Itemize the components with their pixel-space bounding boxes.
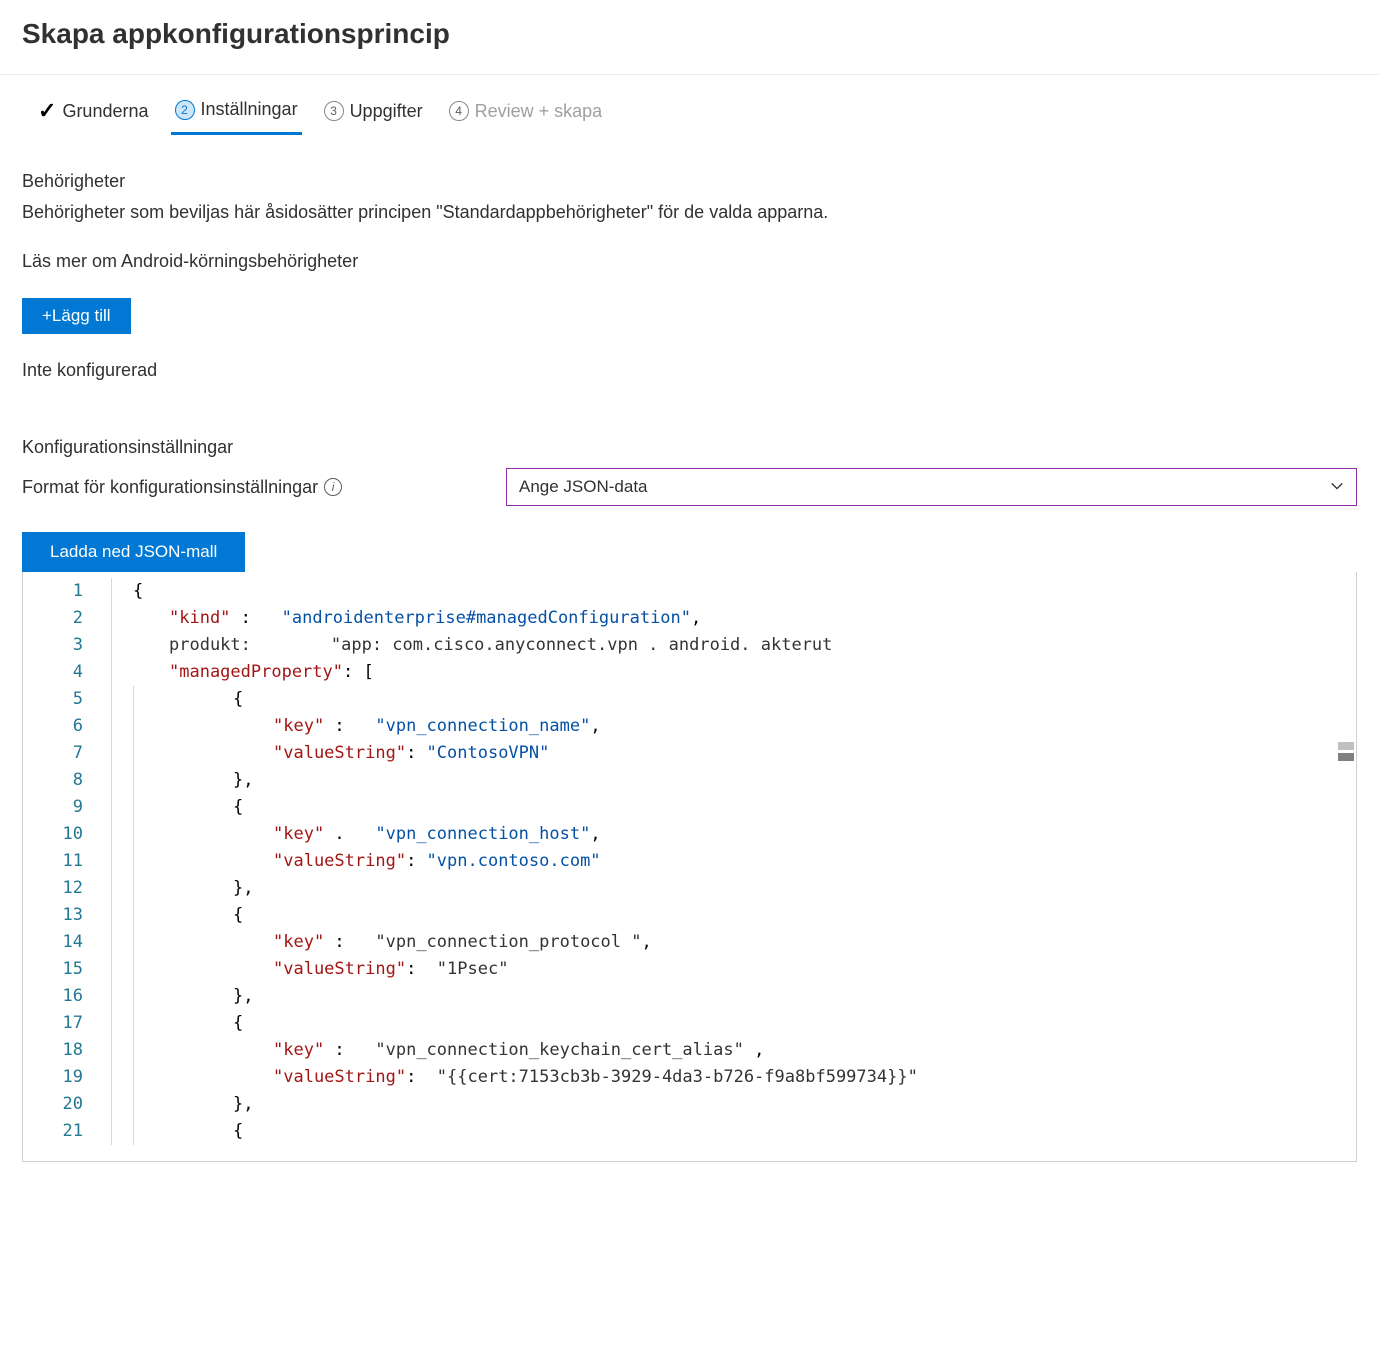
- wizard-tabs: ✓ Grunderna 2 Inställningar 3 Uppgifter …: [0, 75, 1379, 135]
- page-title: Skapa appkonfigurationsprincip: [0, 0, 1379, 75]
- step-number-4: 4: [449, 101, 469, 121]
- permissions-learn-more-link[interactable]: Läs mer om Android-körningsbehörigheter: [22, 251, 1357, 272]
- tab-basics[interactable]: ✓ Grunderna: [34, 94, 153, 134]
- format-label: Format för konfigurationsinställningar i: [22, 477, 482, 498]
- config-settings-heading: Konfigurationsinställningar: [22, 437, 1357, 458]
- tab-assignments-label: Uppgifter: [350, 101, 423, 122]
- download-json-template-button[interactable]: Ladda ned JSON-mall: [22, 532, 245, 572]
- add-button[interactable]: +Lägg till: [22, 298, 131, 334]
- json-editor[interactable]: 1 2 3 4 5 6 7 8 9 10 11 12 13 14 15 16 1…: [22, 572, 1357, 1162]
- step-number-2: 2: [175, 100, 195, 120]
- tab-basics-label: Grunderna: [62, 101, 148, 122]
- tab-review: 4 Review + skapa: [445, 95, 607, 134]
- info-icon[interactable]: i: [324, 478, 342, 496]
- format-select[interactable]: Ange JSON-data: [506, 468, 1357, 506]
- tab-review-label: Review + skapa: [475, 101, 603, 122]
- tab-settings-label: Inställningar: [201, 99, 298, 120]
- permissions-heading: Behörigheter: [22, 171, 1357, 192]
- editor-scrollbar-overview[interactable]: [1338, 742, 1354, 764]
- permissions-description: Behörigheter som beviljas här åsidosätte…: [22, 202, 1357, 223]
- not-configured-text: Inte konfigurerad: [22, 360, 1357, 381]
- editor-gutter: 1 2 3 4 5 6 7 8 9 10 11 12 13 14 15 16 1…: [23, 572, 93, 1161]
- check-icon: ✓: [38, 100, 56, 122]
- format-select-value: Ange JSON-data: [519, 477, 648, 497]
- tab-settings[interactable]: 2 Inställningar: [171, 93, 302, 135]
- tab-assignments[interactable]: 3 Uppgifter: [320, 95, 427, 134]
- editor-body[interactable]: { "kind" : "androidenterprise#managedCon…: [93, 572, 1356, 1161]
- chevron-down-icon: [1330, 479, 1344, 496]
- format-label-text: Format för konfigurationsinställningar: [22, 477, 318, 498]
- step-number-3: 3: [324, 101, 344, 121]
